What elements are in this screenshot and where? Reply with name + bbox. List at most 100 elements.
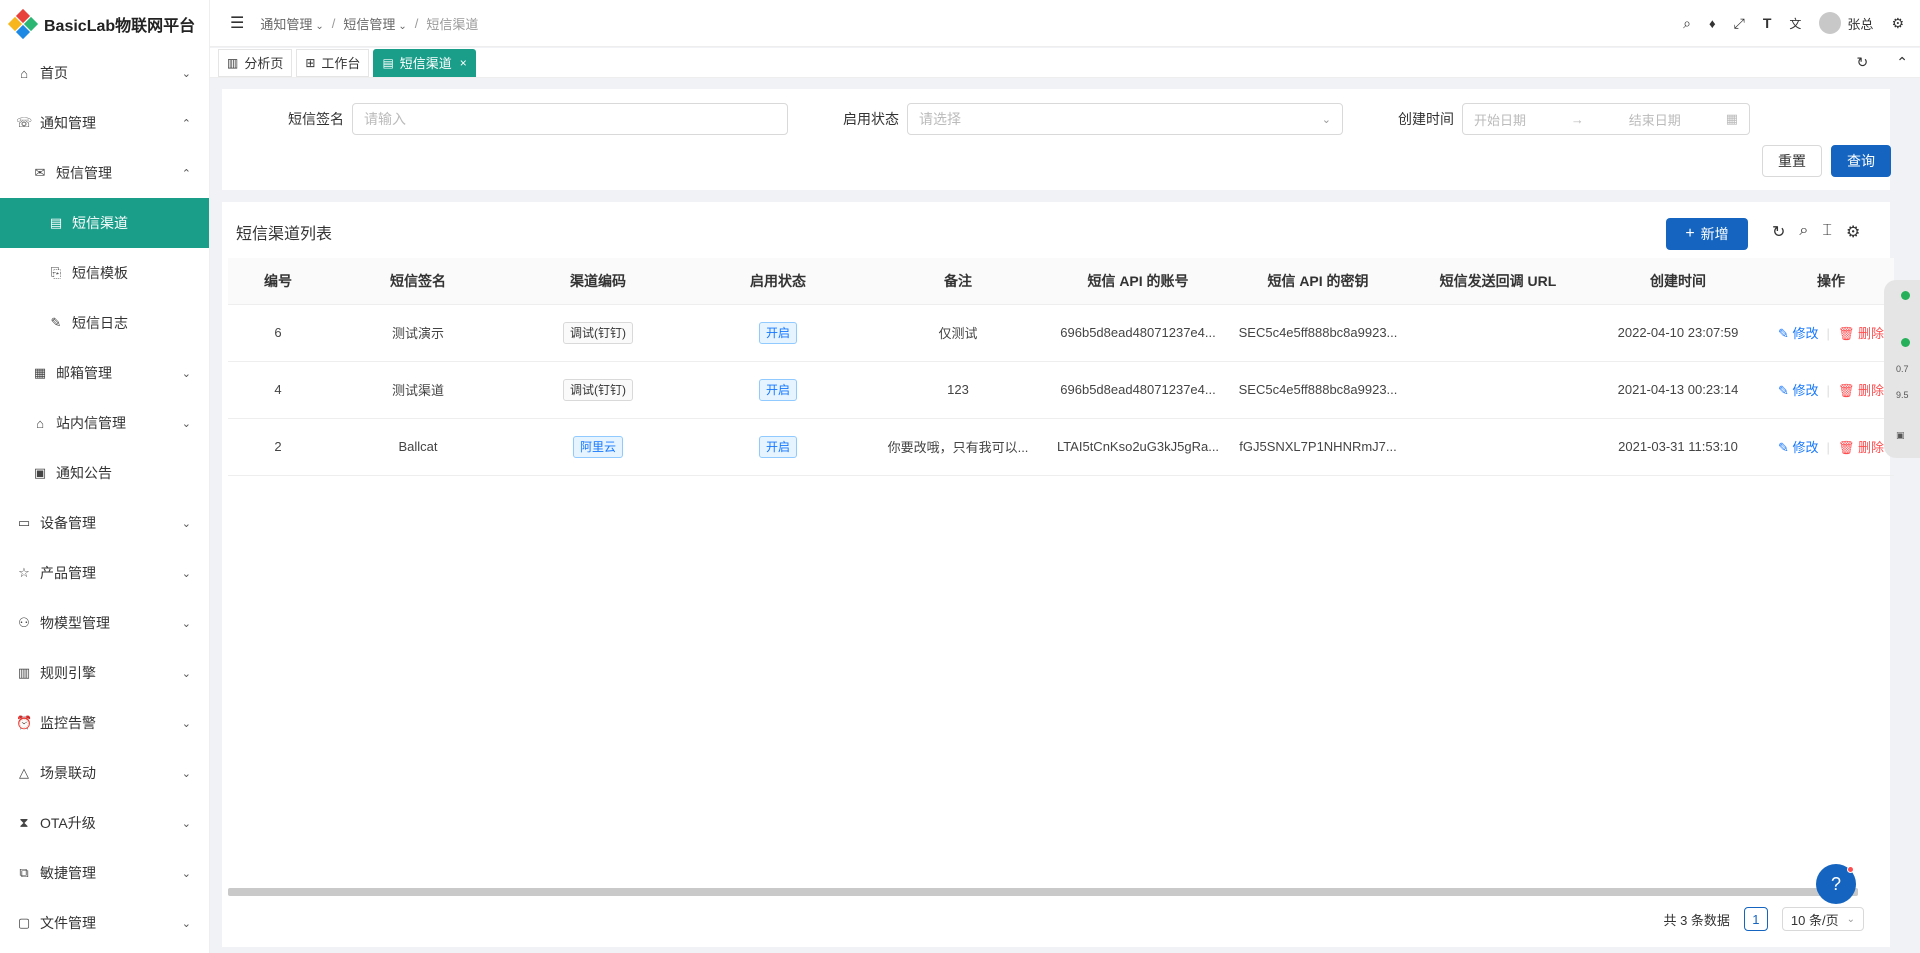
sidebar-item-mail[interactable]: ▦ 邮箱管理 ⌄ — [0, 348, 209, 398]
grid-icon: ⊞ — [305, 55, 316, 70]
status-dot — [1901, 291, 1910, 300]
sidebar-item-home[interactable]: ⌂ 首页 ⌄ — [0, 48, 209, 98]
plugin-icon[interactable]: ▣ — [1896, 430, 1905, 441]
delete-button[interactable]: 🗑 删除 — [1838, 440, 1884, 455]
cell-actions: ✎ 修改 | 🗑 删除 — [1768, 304, 1894, 362]
chevron-down-icon: ⌄ — [181, 517, 191, 530]
gear-icon[interactable]: ⚙ — [1846, 222, 1860, 242]
column-header: 渠道编码 — [508, 258, 688, 305]
column-header: 短信 API 的账号 — [1048, 258, 1228, 305]
table-body: 6 测试演示 调试(钉钉) 开启 仅测试 696b5d8ead48071237e4... S… — [228, 304, 1894, 476]
column-header: 启用状态 — [688, 258, 868, 305]
list-icon: ▤ — [382, 55, 394, 70]
tab-workbench[interactable]: ⊞ 工作台 — [296, 48, 370, 77]
status-select[interactable]: 请选择 ⌄ — [907, 103, 1343, 135]
sms-channel-table: 编号 短信签名 渠道编码 启用状态 备注 短信 API 的账号 短信 API 的密钥 短信发送… — [228, 258, 1894, 476]
sidebar-item-device[interactable]: ▭ 设备管理 ⌄ — [0, 498, 209, 548]
sidebar-item-notify[interactable]: ☏ 通知管理 ⌃ — [0, 98, 209, 148]
query-button[interactable]: 查询 — [1831, 145, 1891, 177]
sidebar-item-thing-model[interactable]: ⚇ 物模型管理 ⌄ — [0, 598, 209, 648]
sidebar-item-agile[interactable]: ⧉ 敏捷管理 ⌄ — [0, 848, 209, 898]
delete-button[interactable]: 🗑 删除 — [1838, 326, 1884, 341]
sidebar-item-inbox[interactable]: ⌂ 站内信管理 ⌄ — [0, 398, 209, 448]
plus-icon: + — [1685, 225, 1695, 242]
column-header: 短信签名 — [328, 258, 508, 305]
sidebar-item-monitor-alarm[interactable]: ⏰ 监控告警 ⌄ — [0, 698, 209, 748]
trash-icon: 🗑 — [1837, 383, 1855, 398]
cell-callback — [1408, 418, 1588, 476]
close-icon[interactable]: × — [460, 56, 467, 70]
list-icon: ▤ — [49, 215, 63, 230]
delete-button[interactable]: 🗑 删除 — [1838, 383, 1884, 398]
cell-created: 2021-04-13 00:23:14 — [1588, 361, 1768, 419]
column-height-icon[interactable]: ⌶ — [1822, 222, 1832, 242]
cell-sign: Ballcat — [328, 418, 508, 476]
app-logo[interactable]: BasicLab物联网平台 — [0, 0, 209, 48]
sidebar-item-label: 通知管理 — [40, 115, 96, 131]
sidebar-item-label: 短信模板 — [72, 265, 128, 281]
tab-sms-channel[interactable]: ▤ 短信渠道 × — [373, 48, 476, 77]
column-header: 短信 API 的密钥 — [1228, 258, 1408, 305]
question-icon: ? — [1830, 873, 1841, 894]
status-badge: 开启 — [758, 378, 797, 401]
menu-fold-icon[interactable]: ☰ — [230, 13, 244, 33]
font-size-icon[interactable]: T — [1763, 15, 1772, 31]
refresh-icon[interactable]: ↻ — [1857, 54, 1869, 71]
fullscreen-icon[interactable]: ⤢ — [1734, 15, 1745, 32]
alarm-icon: ⏰ — [16, 715, 33, 730]
sign-input[interactable]: 请输入 — [352, 103, 788, 135]
avatar — [1819, 12, 1842, 34]
sidebar-item-ota[interactable]: ⧗ OTA升级 ⌄ — [0, 798, 209, 848]
folder-icon: ▢ — [17, 915, 31, 930]
sidebar-item-product[interactable]: ☆ 产品管理 ⌄ — [0, 548, 209, 598]
app-title: BasicLab物联网平台 — [44, 18, 196, 35]
edit-button[interactable]: ✎ 修改 — [1778, 440, 1819, 455]
tab-label: 分析页 — [244, 56, 284, 71]
rule-icon: ▥ — [17, 665, 31, 680]
star-icon: ☆ — [18, 565, 30, 580]
chevron-down-icon: ⌄ — [1321, 113, 1331, 126]
trash-icon: 🗑 — [1837, 326, 1855, 341]
sidebar-item-sms[interactable]: ✉ 短信管理 ⌃ — [0, 148, 209, 198]
edit-button[interactable]: ✎ 修改 — [1778, 326, 1819, 341]
breadcrumb-separator: / — [331, 15, 336, 31]
breadcrumb-item[interactable]: 通知管理 ⌄ — [260, 14, 323, 33]
network-monitor-widget[interactable]: 0.7 9.5 ▣ — [1884, 280, 1920, 458]
channel-code-tag: 调试(钉钉) — [563, 321, 633, 344]
user-menu[interactable]: 张总 — [1819, 12, 1873, 34]
tab-analysis[interactable]: ▥ 分析页 — [218, 48, 293, 77]
page-size-select[interactable]: 10 条/页 ⌄ — [1781, 907, 1864, 931]
breadcrumb-item[interactable]: 短信管理 ⌄ — [343, 14, 406, 33]
page-1-button[interactable]: 1 — [1743, 907, 1768, 931]
action-divider: | — [1826, 440, 1830, 455]
chevron-up-icon: ⌃ — [181, 117, 191, 130]
home-icon: ⌂ — [20, 65, 28, 81]
cell-actions: ✎ 修改 | 🗑 删除 — [1768, 418, 1894, 476]
chevron-up-icon[interactable]: ⌃ — [1896, 54, 1908, 71]
date-range-picker[interactable]: 开始日期 → 结束日期 ▦ — [1462, 103, 1750, 135]
help-button[interactable]: ? — [1816, 864, 1856, 904]
sidebar-item-sms-channel[interactable]: ▤ 短信渠道 — [0, 198, 209, 248]
bell-icon[interactable]: ♦ — [1709, 16, 1716, 31]
header-toolbar: ⌕ ♦ ⤢ T 文 张总 ⚙ — [1683, 12, 1920, 34]
reset-button[interactable]: 重置 — [1762, 145, 1822, 177]
sidebar-item-scene[interactable]: △ 场景联动 ⌄ — [0, 748, 209, 798]
search-icon[interactable]: ⌕ — [1799, 222, 1808, 242]
sidebar-item-notice[interactable]: ▣ 通知公告 — [0, 448, 209, 498]
refresh-icon[interactable]: ↻ — [1772, 222, 1785, 242]
sidebar-item-sms-template[interactable]: ⎘ 短信模板 — [0, 248, 209, 298]
sidebar-item-file[interactable]: ▢ 文件管理 ⌄ — [0, 898, 209, 948]
created-field: 创建时间 开始日期 → 结束日期 ▦ — [1398, 103, 1750, 135]
search-icon[interactable]: ⌕ — [1683, 15, 1691, 32]
edit-icon: ✎ — [1777, 440, 1789, 455]
edit-button[interactable]: ✎ 修改 — [1778, 383, 1819, 398]
add-button[interactable]: + 新增 — [1666, 218, 1748, 250]
chevron-down-icon: ⌄ — [315, 20, 324, 32]
sidebar-item-rule-engine[interactable]: ▥ 规则引擎 ⌄ — [0, 648, 209, 698]
column-header: 操作 — [1768, 258, 1894, 305]
sidebar-item-sms-log[interactable]: ✎ 短信日志 — [0, 298, 209, 348]
sidebar: BasicLab物联网平台 ⌂ 首页 ⌄ ☏ 通知管理 ⌃ ✉ 短信管理 ⌃ ▤ 短信渠道 ⎘ 短信模板… — [0, 0, 210, 953]
gear-icon[interactable]: ⚙ — [1891, 15, 1904, 32]
horizontal-scrollbar[interactable] — [228, 888, 1858, 896]
translate-icon[interactable]: 文 — [1789, 15, 1801, 32]
